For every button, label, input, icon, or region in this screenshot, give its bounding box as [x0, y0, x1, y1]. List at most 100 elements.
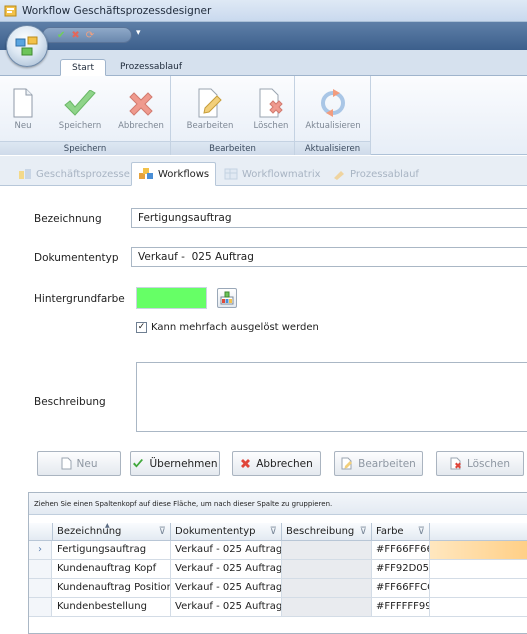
row-indicator	[29, 598, 52, 616]
abbrechen-button[interactable]: Abbrechen	[232, 451, 321, 476]
cell-farbe[interactable]: #FF92D050	[372, 560, 430, 578]
ribbon-save-button[interactable]: Speichern	[56, 80, 104, 131]
qat-save-icon[interactable]: ✔	[57, 30, 65, 41]
tab-prozessablauf[interactable]: Prozessablauf	[112, 59, 190, 76]
table-row[interactable]: Kundenauftrag Kopf Verkauf - 025 Auftrag…	[29, 560, 527, 579]
color-picker-button[interactable]	[217, 288, 237, 308]
qat-refresh-icon[interactable]: ⟳	[86, 30, 94, 41]
row-indicator	[29, 579, 52, 597]
tab-prozessablauf-section[interactable]: Prozessablauf	[328, 162, 423, 186]
cell-dokumententyp[interactable]: Verkauf - 025 Auftrag	[171, 598, 282, 616]
tab-label: Geschäftsprozesse	[36, 168, 130, 180]
cell-bezeichnung[interactable]: Kundenauftrag Kopf	[53, 560, 171, 578]
cell-dokumententyp[interactable]: Verkauf - 025 Auftrag	[171, 541, 282, 559]
workflow-grid: Ziehen Sie einen Spaltenkopf auf diese F…	[28, 492, 527, 634]
tab-start[interactable]: Start	[60, 59, 106, 76]
cell-farbe[interactable]: #FF66FF66	[372, 541, 430, 559]
table-row[interactable]: › Fertigungsauftrag Verkauf - 025 Auftra…	[29, 541, 527, 560]
ribbon-cancel-button[interactable]: Abbrechen	[114, 80, 168, 131]
matrix-icon	[224, 168, 238, 180]
loeschen-button[interactable]: Löschen	[436, 451, 524, 476]
table-row[interactable]: Kundenbestellung Verkauf - 025 Auftrag #…	[29, 598, 527, 617]
tab-label: Prozessablauf	[350, 168, 419, 180]
cell-bezeichnung[interactable]: Kundenbestellung	[53, 598, 171, 616]
qat-cancel-icon[interactable]: ✖	[71, 30, 79, 41]
neu-button-label: Neu	[76, 457, 98, 470]
workflow-orb-icon	[15, 36, 38, 56]
cell-beschreibung[interactable]	[282, 598, 372, 616]
tab-workflowmatrix[interactable]: Workflowmatrix	[220, 162, 325, 186]
mehrfach-checkbox-wrap[interactable]: ✓ Kann mehrfach ausgelöst werden	[136, 322, 319, 333]
filter-icon[interactable]: ⊽	[360, 523, 367, 540]
cell-bezeichnung[interactable]: Fertigungsauftrag	[53, 541, 171, 559]
title-bar: Workflow Geschäftsprozessdesigner	[0, 0, 527, 22]
delete-icon	[450, 457, 461, 470]
app-icon	[4, 5, 17, 16]
qat-dropdown-icon[interactable]: ▾	[136, 28, 141, 38]
delete-icon	[259, 88, 283, 118]
tab-workflows[interactable]: Workflows	[131, 162, 217, 186]
app-window: Workflow Geschäftsprozessdesigner ✔ ✖ ⟳ …	[0, 0, 527, 634]
sort-ascending-icon: ▲	[105, 522, 110, 529]
column-header-beschreibung[interactable]: Beschreibung ⊽	[282, 523, 372, 541]
ribbon-tab-row: Start Prozessablauf	[0, 50, 527, 76]
hintergrundfarbe-label: Hintergrundfarbe	[34, 293, 125, 305]
cell-beschreibung[interactable]	[282, 541, 372, 559]
cell-farbe[interactable]: #FF66FFCC	[372, 579, 430, 597]
ribbon-refresh-button[interactable]: Aktualisieren	[303, 80, 363, 131]
column-header-filler	[430, 523, 527, 541]
application-menu-button[interactable]	[6, 25, 48, 67]
column-header-label: Farbe	[376, 526, 404, 537]
ribbon-group-speichern: Neu Speichern Abbrechen Speichern	[0, 76, 171, 155]
ribbon-edit-button[interactable]: Bearbeiten	[185, 80, 235, 131]
cell-farbe[interactable]: #FFFFFF99	[372, 598, 430, 616]
ribbon-group-aktualisieren: Aktualisieren Aktualisieren	[295, 76, 371, 155]
column-header-dokumententyp[interactable]: Dokumententyp ⊽	[171, 523, 282, 541]
bezeichnung-input[interactable]	[131, 208, 527, 228]
flow-icon	[334, 171, 344, 180]
ribbon-group-label: Speichern	[0, 141, 170, 155]
ribbon-new-button[interactable]: Neu	[12, 80, 34, 131]
row-indicator	[29, 560, 52, 578]
column-header-bezeichnung[interactable]: Bezeichnung ⊽ ▲	[53, 522, 171, 541]
column-header-farbe[interactable]: Farbe ⊽	[372, 523, 430, 541]
filter-icon[interactable]: ⊽	[270, 523, 277, 540]
quick-access-pill: ✔ ✖ ⟳	[42, 27, 132, 43]
dokumententyp-select[interactable]	[131, 247, 527, 267]
cell-beschreibung[interactable]	[282, 560, 372, 578]
checkmark-icon	[64, 90, 96, 116]
ribbon-edit-label: Bearbeiten	[186, 121, 234, 131]
filter-icon[interactable]: ⊽	[418, 523, 425, 540]
filter-icon[interactable]: ⊽	[159, 523, 166, 540]
edit-icon	[198, 88, 222, 118]
group-by-panel[interactable]: Ziehen Sie einen Spaltenkopf auf diese F…	[29, 493, 527, 515]
mehrfach-checkbox[interactable]: ✓	[136, 322, 147, 333]
window-title: Workflow Geschäftsprozessdesigner	[22, 4, 212, 17]
ribbon-cancel-label: Abbrechen	[118, 121, 164, 131]
bearbeiten-button[interactable]: Bearbeiten	[334, 451, 423, 476]
tab-label: Workflowmatrix	[242, 168, 321, 180]
ribbon: Neu Speichern Abbrechen Speichern Bearbe…	[0, 76, 527, 155]
column-header-label: Dokumententyp	[175, 526, 256, 537]
cell-bezeichnung[interactable]: Kundenauftrag Position	[53, 579, 171, 597]
mehrfach-checkbox-label: Kann mehrfach ausgelöst werden	[151, 322, 319, 333]
uebernehmen-button-label: Übernehmen	[149, 457, 218, 470]
ribbon-save-label: Speichern	[58, 121, 102, 131]
cell-beschreibung[interactable]	[282, 579, 372, 597]
table-row[interactable]: Kundenauftrag Position Verkauf - 025 Auf…	[29, 579, 527, 598]
ribbon-delete-button[interactable]: Löschen	[251, 80, 291, 131]
neu-button[interactable]: Neu	[37, 451, 121, 476]
cell-dokumententyp[interactable]: Verkauf - 025 Auftrag	[171, 579, 282, 597]
bearbeiten-button-label: Bearbeiten	[358, 457, 416, 470]
background-color-swatch[interactable]	[136, 287, 207, 309]
process-icon	[19, 169, 31, 179]
row-selection-highlight	[430, 541, 527, 559]
tab-geschaeftsprozesse[interactable]: Geschäftsprozesse	[14, 162, 134, 186]
cell-dokumententyp[interactable]: Verkauf - 025 Auftrag	[171, 560, 282, 578]
ribbon-delete-label: Löschen	[253, 121, 289, 131]
refresh-icon	[321, 89, 345, 117]
current-row-indicator-icon: ›	[29, 541, 52, 559]
uebernehmen-button[interactable]: Übernehmen	[130, 451, 220, 476]
ribbon-group-label: Bearbeiten	[171, 141, 294, 155]
beschreibung-textarea[interactable]	[136, 362, 527, 432]
